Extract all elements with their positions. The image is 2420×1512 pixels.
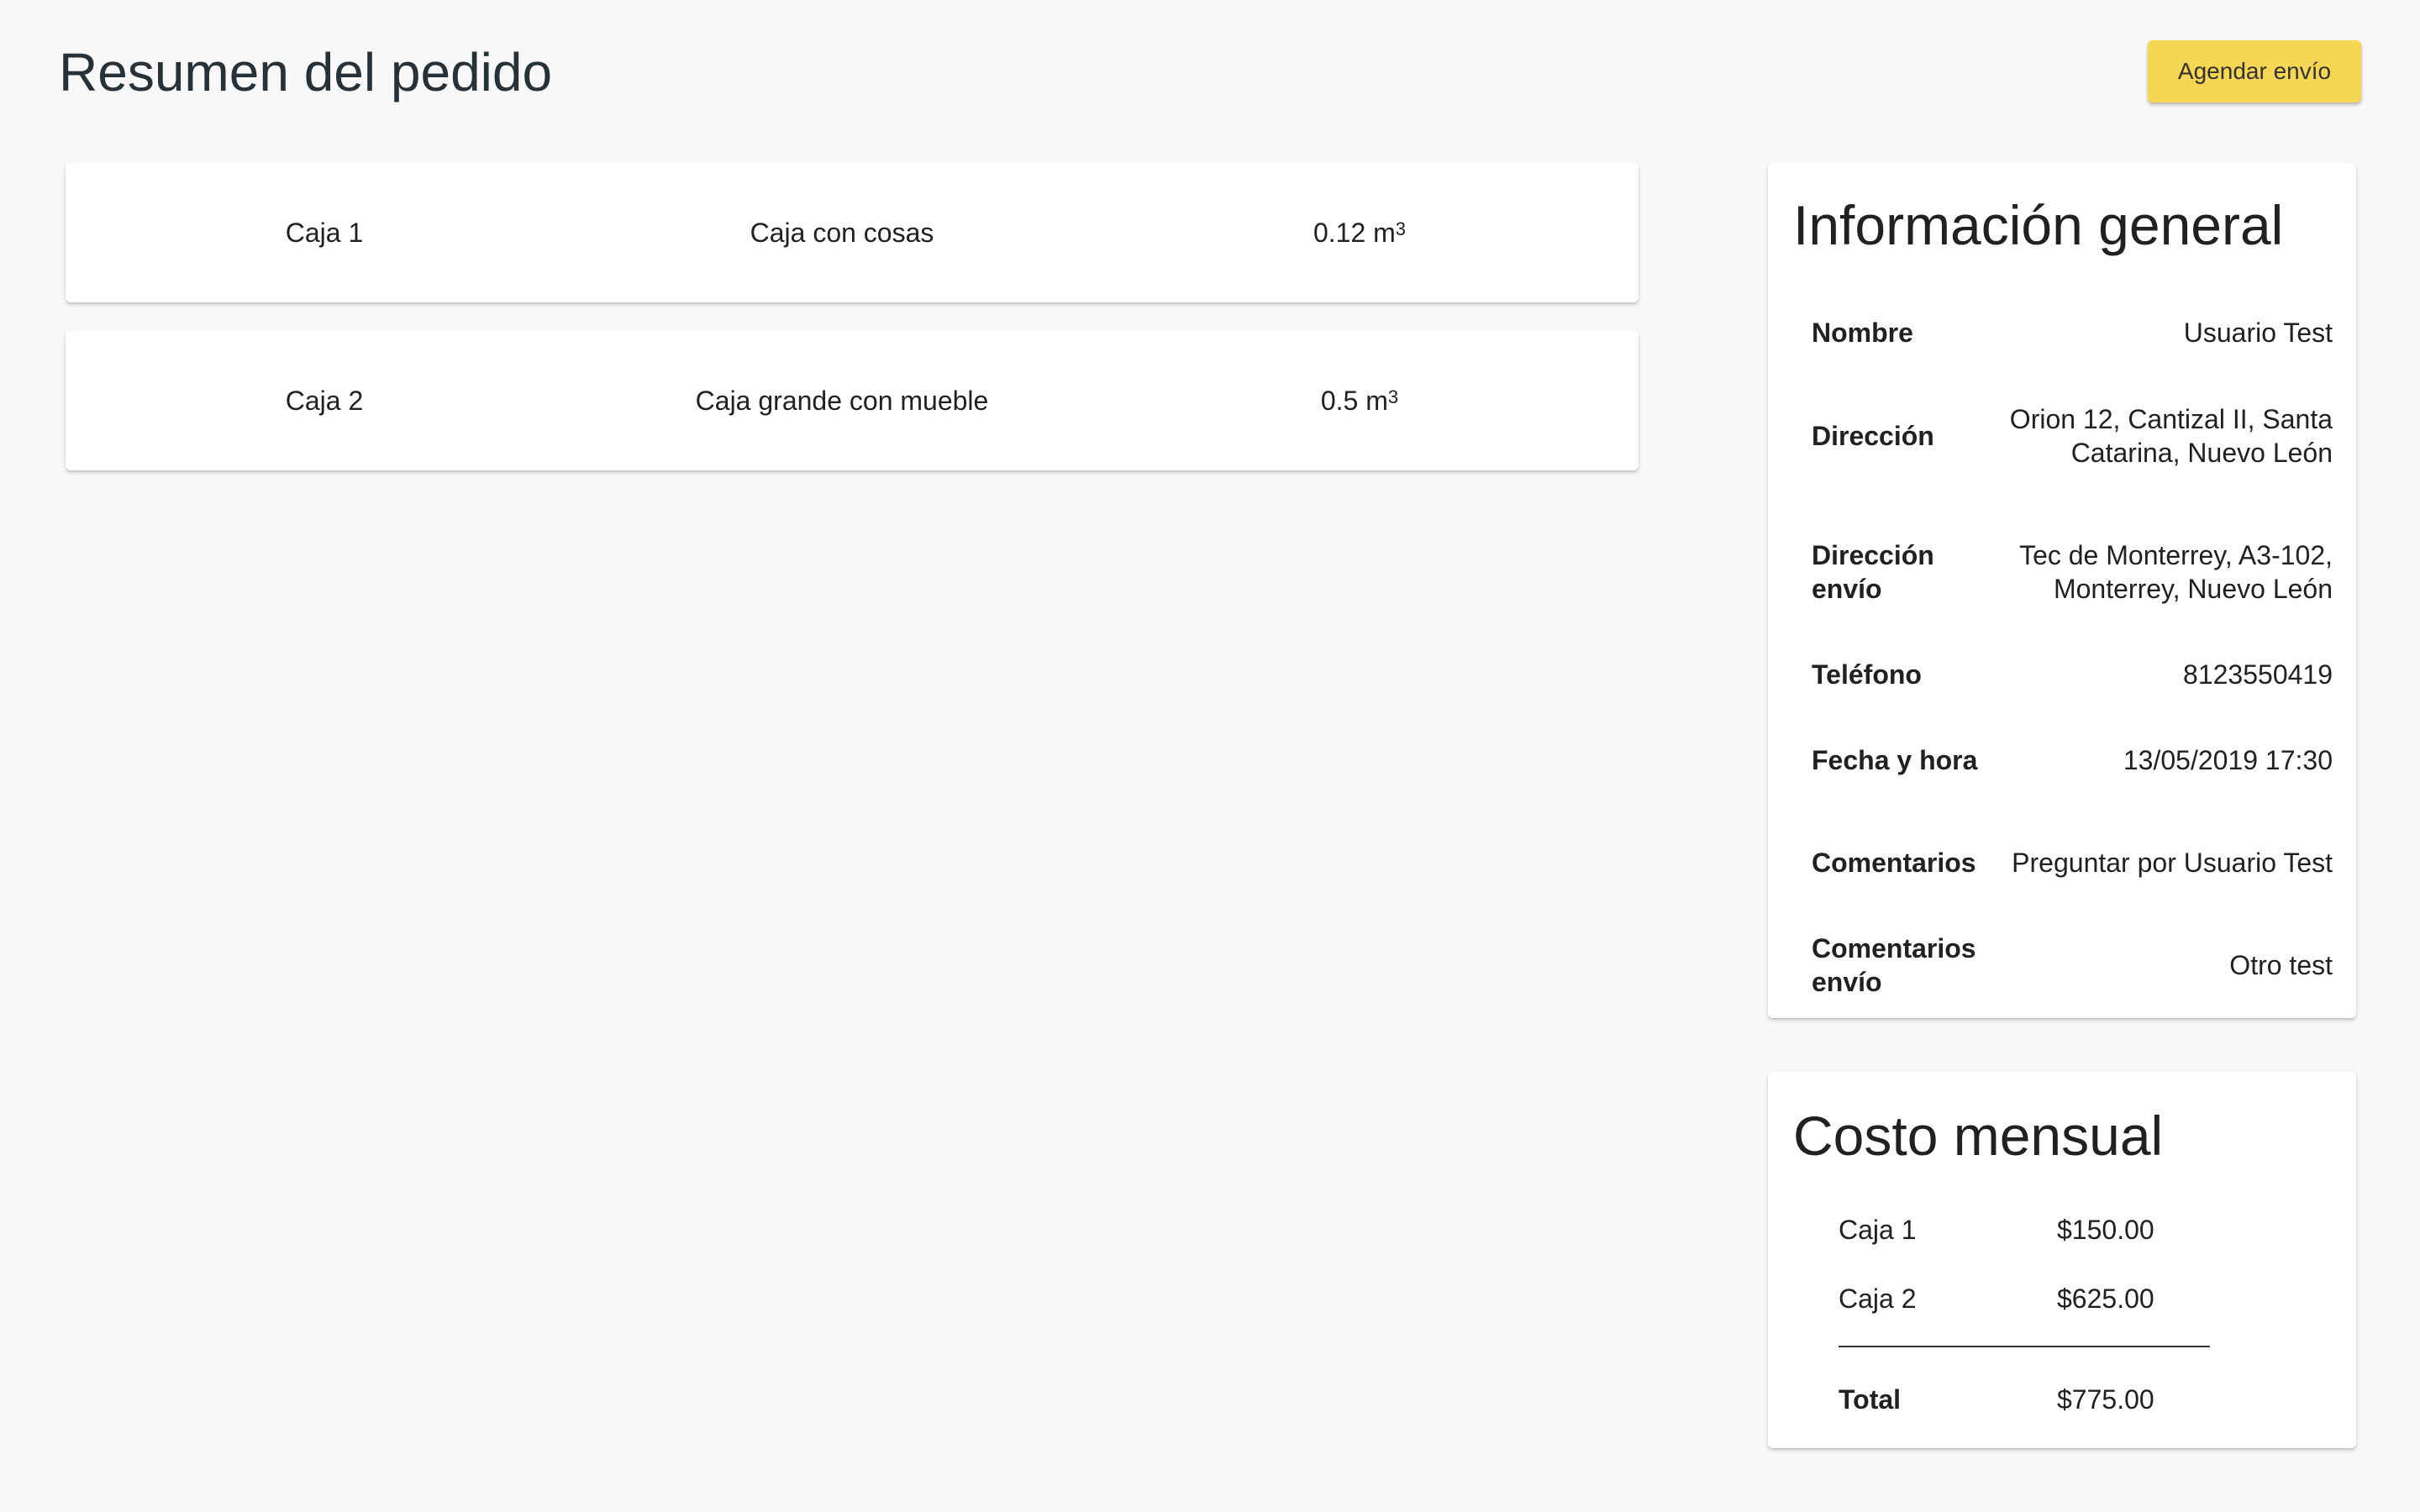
- general-info-title: Información general: [1793, 194, 2284, 256]
- info-row-datetime: Fecha y hora 13/05/2019 17:30: [1812, 709, 2333, 811]
- item-volume: 0.12 m3: [1101, 163, 1618, 302]
- cost-total-amount: $775.00: [2057, 1384, 2154, 1415]
- info-label: Dirección: [1812, 421, 1934, 451]
- info-value: 13/05/2019 17:30: [2123, 745, 2333, 775]
- info-label: Dirección envío: [1812, 540, 1934, 604]
- general-info-table: Nombre Usuario Test Dirección Orion 12, …: [1812, 297, 2333, 1016]
- info-row-shipping-comments: Comentarios envío Otro test: [1812, 914, 2333, 1016]
- general-info-card: Información general Nombre Usuario Test …: [1768, 163, 2356, 1018]
- info-value: Usuario Test: [2183, 318, 2333, 348]
- item-card: Caja 1 Caja con cosas 0.12 m3: [66, 163, 1639, 302]
- cost-total-label: Total: [1839, 1384, 1902, 1415]
- info-row-comments: Comentarios Preguntar por Usuario Test: [1812, 811, 2333, 914]
- info-label: Nombre: [1812, 318, 1913, 348]
- info-row-address: Dirección Orion 12, Cantizal II, Santa C…: [1812, 368, 2333, 504]
- page-title: Resumen del pedido: [59, 42, 553, 102]
- monthly-cost-card: Costo mensual Caja 1 $150.00 Caja 2 $625…: [1768, 1072, 2356, 1448]
- cost-divider: [1839, 1346, 2210, 1347]
- info-value: Orion 12, Cantizal II, Santa Catarina, N…: [2009, 404, 2333, 468]
- item-volume-value: 0.12 m: [1313, 217, 1396, 248]
- item-volume-value: 0.5 m: [1320, 385, 1388, 416]
- item-description: Caja con cosas: [750, 217, 934, 248]
- info-label: Comentarios: [1812, 848, 1976, 878]
- item-name: Caja 1: [285, 217, 364, 248]
- order-summary-page: Resumen del pedido Agendar envío Caja 1 …: [0, 0, 2420, 1512]
- info-label: Comentarios envío: [1812, 933, 1976, 997]
- info-value: Otro test: [2229, 950, 2333, 980]
- info-value: 8123550419: [2183, 659, 2333, 690]
- item-volume: 0.5 m3: [1101, 331, 1618, 470]
- info-label: Teléfono: [1812, 659, 1922, 690]
- schedule-shipment-button[interactable]: Agendar envío: [2148, 40, 2361, 102]
- info-row-shipping-address: Dirección envío Tec de Monterrey, A3-102…: [1812, 504, 2333, 640]
- item-description: Caja grande con mueble: [695, 385, 989, 416]
- item-name: Caja 2: [285, 385, 364, 416]
- info-value: Tec de Monterrey, A3-102, Monterrey, Nue…: [2019, 540, 2333, 604]
- item-volume-exponent: 3: [1387, 386, 1399, 407]
- cost-line-amount: $625.00: [2057, 1284, 2154, 1314]
- info-row-name: Nombre Usuario Test: [1812, 297, 2333, 368]
- cost-line-amount: $150.00: [2057, 1215, 2154, 1245]
- info-label: Fecha y hora: [1812, 745, 1978, 775]
- cost-line-label: Caja 1: [1839, 1215, 1917, 1245]
- item-volume-exponent: 3: [1395, 218, 1407, 239]
- info-value: Preguntar por Usuario Test: [2012, 848, 2333, 878]
- cost-line-label: Caja 2: [1839, 1284, 1917, 1314]
- info-row-phone: Teléfono 8123550419: [1812, 640, 2333, 709]
- item-card: Caja 2 Caja grande con mueble 0.5 m3: [66, 331, 1639, 470]
- monthly-cost-title: Costo mensual: [1793, 1105, 2164, 1167]
